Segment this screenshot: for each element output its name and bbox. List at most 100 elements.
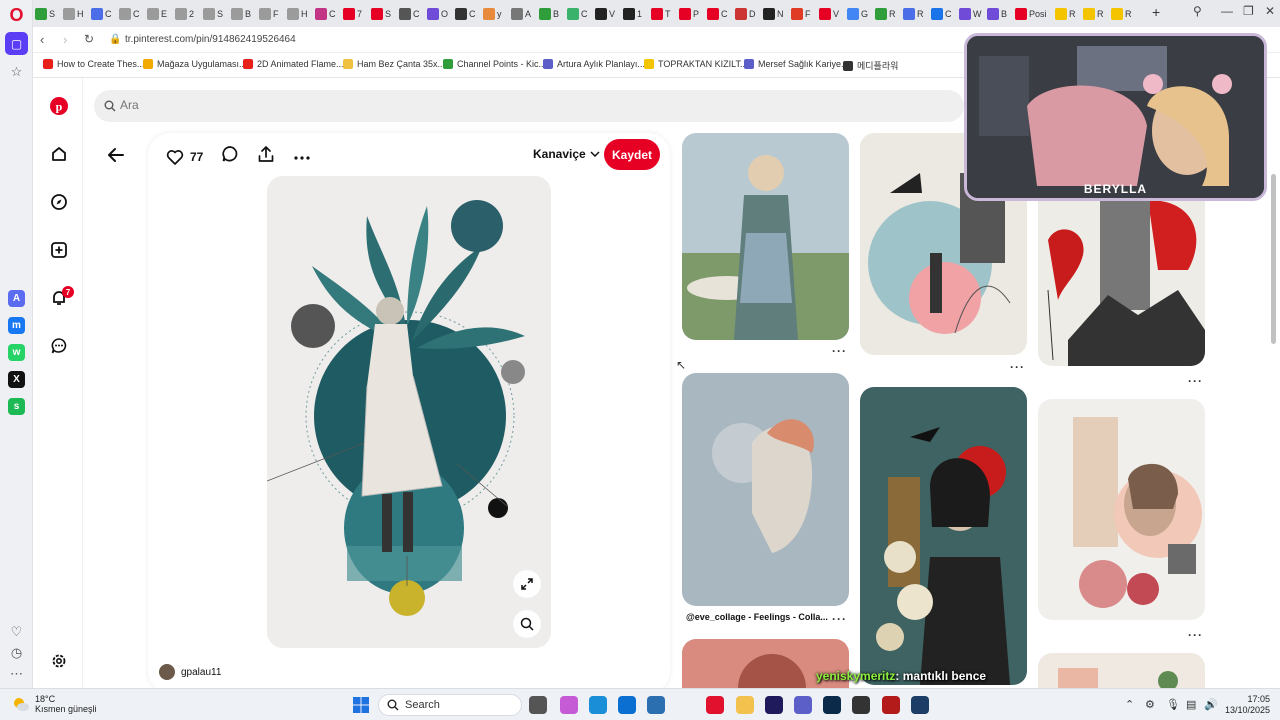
search-bar[interactable] — [94, 90, 964, 122]
pinterest-logo-icon[interactable]: p — [49, 96, 69, 116]
pin-author[interactable]: gpalau11 — [159, 664, 221, 680]
browser-tab[interactable]: B — [539, 5, 559, 22]
share-button[interactable] — [257, 145, 275, 168]
grid-pin[interactable] — [860, 387, 1027, 685]
board-dropdown[interactable]: Kanaviçe — [533, 147, 600, 161]
opera-menu-icon[interactable]: O — [5, 4, 28, 27]
maximize-button[interactable]: ❐ — [1243, 4, 1254, 18]
browser-tab[interactable]: P — [679, 5, 699, 22]
browser-tab[interactable]: N — [763, 5, 784, 22]
store-icon[interactable] — [618, 696, 636, 714]
browser-tab[interactable]: R — [1083, 5, 1104, 22]
browser-tab[interactable]: F — [259, 5, 279, 22]
home-icon[interactable] — [49, 144, 69, 164]
browser-tab[interactable]: S — [203, 5, 223, 22]
browser-tab[interactable]: H — [287, 5, 308, 22]
messages-icon[interactable] — [49, 336, 69, 356]
workspace-icon[interactable]: ▢ — [5, 32, 28, 55]
start-button[interactable] — [352, 696, 370, 719]
photoshop-icon[interactable] — [823, 696, 841, 714]
heart-icon[interactable]: ♡ — [5, 620, 28, 643]
browser-tab[interactable]: H — [63, 5, 84, 22]
browser-tab[interactable]: R — [1055, 5, 1076, 22]
browser-tab[interactable]: 2 — [175, 5, 194, 22]
browser-tab[interactable]: C — [315, 5, 336, 22]
tray-app-icon[interactable]: ⚙ — [1145, 698, 1155, 711]
back-nav-icon[interactable]: ‹ — [40, 32, 44, 47]
more-options-button[interactable] — [293, 148, 311, 166]
reload-icon[interactable]: ↻ — [84, 32, 94, 46]
browser-tab[interactable]: W — [959, 5, 982, 22]
minimize-button[interactable]: — — [1221, 4, 1233, 18]
browser-tab[interactable]: B — [231, 5, 251, 22]
browser-tab[interactable]: R — [1111, 5, 1132, 22]
copilot-icon[interactable] — [560, 696, 578, 714]
browser-tab[interactable]: E — [147, 5, 167, 22]
settings-icon[interactable] — [49, 651, 69, 671]
browser-tab[interactable]: C — [707, 5, 728, 22]
browser-tab[interactable]: C — [931, 5, 952, 22]
bookmark-item[interactable]: Mağaza Uygulaması... — [143, 59, 247, 69]
browser-tab[interactable]: R — [875, 5, 896, 22]
remote-desktop-icon[interactable] — [647, 696, 665, 714]
whatsapp-icon[interactable]: w — [8, 344, 25, 361]
weather-widget[interactable]: 18°C Kısmen güneşli — [12, 694, 97, 714]
bookmark-item[interactable]: TOPRAKTAN KIZILT... — [644, 59, 748, 69]
url-field[interactable]: tr.pinterest.com/pin/914862419526464 — [125, 34, 296, 45]
bookmark-item[interactable]: 2D Animated Flame... — [243, 59, 344, 69]
history-icon[interactable]: ◷ — [5, 641, 28, 664]
browser-tab[interactable]: D — [735, 5, 756, 22]
browser-tab[interactable]: 7 — [343, 5, 362, 22]
pin-more-button[interactable]: ··· — [1010, 360, 1025, 374]
browser-tab[interactable]: 1 — [623, 5, 642, 22]
pin-more-button[interactable]: ··· — [1188, 374, 1203, 388]
browser-tab[interactable]: C — [91, 5, 112, 22]
pin-caption[interactable]: @eve_collage - Feelings - Colla... — [686, 612, 828, 622]
browser-tab[interactable]: C — [455, 5, 476, 22]
network-icon[interactable]: ▤ — [1186, 698, 1196, 711]
browser-tab[interactable]: S — [35, 5, 55, 22]
scrollbar[interactable] — [1269, 78, 1278, 688]
edge-icon[interactable] — [589, 696, 607, 714]
pin-more-button[interactable]: ··· — [832, 612, 847, 626]
pin-image[interactable] — [267, 176, 551, 648]
messenger-icon[interactable]: m — [8, 317, 25, 334]
close-window-button[interactable]: ✕ — [1265, 4, 1275, 18]
pinboard-icon[interactable]: ☆ — [5, 60, 28, 83]
browser-tab[interactable]: F — [791, 5, 811, 22]
browser-tab[interactable]: S — [371, 5, 391, 22]
browser-tab[interactable]: T — [651, 5, 671, 22]
aria-icon[interactable]: A — [8, 290, 25, 307]
browser-tab[interactable]: Posi — [1015, 5, 1047, 22]
browser-tab[interactable]: A — [511, 5, 531, 22]
taskbar-search[interactable]: Search — [378, 694, 522, 716]
spotify-icon[interactable]: s — [8, 398, 25, 415]
opera-icon[interactable] — [706, 696, 724, 714]
teams-icon[interactable] — [794, 696, 812, 714]
create-icon[interactable] — [49, 240, 69, 260]
obs-icon[interactable] — [852, 696, 870, 714]
bookmark-item[interactable]: Artura Aylık Planlayı... — [543, 59, 645, 69]
browser-tab[interactable]: V — [595, 5, 615, 22]
new-tab-button[interactable]: + — [1152, 4, 1160, 20]
bookmark-item[interactable]: How to Create Thes... — [43, 59, 144, 69]
bookmark-item[interactable]: Ham Bez Çanta 35x... — [343, 59, 445, 69]
visual-search-button[interactable] — [513, 610, 541, 638]
x-icon[interactable]: X — [8, 371, 25, 388]
grid-pin[interactable] — [1038, 399, 1205, 620]
bookmark-item[interactable]: Mersef Sağlık Kariye... — [744, 59, 849, 69]
browser-tab[interactable]: C — [567, 5, 588, 22]
forward-nav-icon[interactable]: › — [63, 32, 67, 47]
bookmark-item[interactable]: Channel Points - Kic... — [443, 59, 546, 69]
bookmark-item[interactable]: 메디플라워 — [843, 59, 898, 72]
back-button[interactable] — [106, 145, 128, 165]
browser-tab[interactable]: G — [847, 5, 868, 22]
more-icon[interactable]: ⋯ — [5, 662, 28, 685]
search-input[interactable] — [120, 98, 420, 112]
browser-tab[interactable]: R — [903, 5, 924, 22]
steam-icon[interactable] — [911, 696, 929, 714]
grid-pin[interactable] — [682, 373, 849, 606]
like-button[interactable]: 77 — [166, 149, 203, 165]
browser-tab[interactable]: C — [399, 5, 420, 22]
grid-pin[interactable] — [682, 133, 849, 340]
